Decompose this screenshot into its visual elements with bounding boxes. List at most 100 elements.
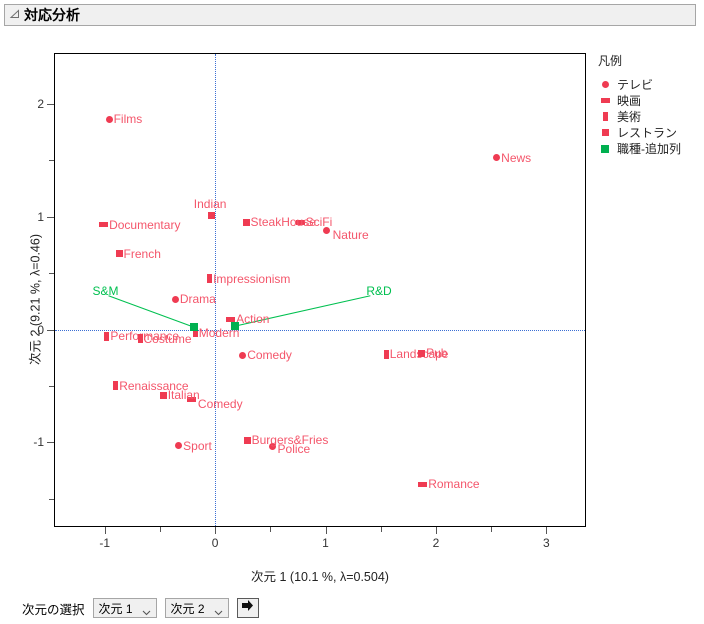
legend-item-label: レストラン	[617, 126, 678, 140]
data-point-label: Action	[236, 312, 270, 327]
legend-title: 凡例	[598, 54, 623, 68]
hbar-marker-icon	[598, 98, 612, 103]
x-tick-minor	[159, 527, 161, 532]
data-point[interactable]	[105, 115, 113, 123]
legend-item-2[interactable]: 映画	[598, 93, 704, 108]
data-point[interactable]	[230, 322, 239, 331]
legend-item-1[interactable]: テレビ	[598, 77, 704, 92]
data-point-label: Sport	[183, 438, 212, 453]
y-tick-minor	[49, 273, 54, 275]
gsquare-marker-icon	[598, 144, 612, 153]
y-tick-minor	[49, 498, 54, 500]
data-point-label: Nature	[332, 228, 369, 243]
circle-marker-icon	[598, 81, 612, 88]
x-axis-title: 次元 1 (10.1 %, λ=0.504)	[251, 570, 389, 584]
legend-item-4[interactable]: レストラン	[598, 125, 704, 140]
dimension-x-select[interactable]: 次元 1	[92, 598, 157, 618]
y-tick-major	[47, 103, 54, 105]
data-point-label: Burgers&Fries	[251, 433, 329, 448]
y-tick-minor	[49, 160, 54, 162]
chevron-down-icon	[142, 605, 151, 616]
scatter-plot: Films News Nature Drama Comedy Sport Police Doc…	[0, 30, 704, 590]
data-point[interactable]	[99, 222, 109, 227]
page-title: 対応分析	[24, 7, 80, 23]
legend-item-5[interactable]: 職種-追加列	[598, 141, 704, 156]
dimension-y-select[interactable]: 次元 2	[164, 598, 229, 618]
data-point[interactable]	[175, 442, 183, 450]
triangle-collapse-icon[interactable]	[8, 8, 22, 22]
legend-item-label: 職種-追加列	[617, 142, 681, 156]
data-point[interactable]	[418, 349, 426, 357]
data-point-label: Documentary	[109, 217, 181, 232]
data-point-label: Impressionism	[213, 271, 291, 286]
data-point-label: French	[123, 246, 161, 261]
plot-frame: Films News Nature Drama Comedy Sport Police Doc…	[54, 53, 586, 527]
data-point-label: Drama	[179, 292, 216, 307]
square-marker-icon	[598, 129, 612, 136]
data-point[interactable]	[104, 331, 110, 341]
apply-dimensions-button[interactable]	[236, 598, 259, 618]
y-axis-title: 次元 2 (9.21 %, λ=0.46)	[28, 234, 43, 365]
data-point-label: Italian	[167, 388, 200, 402]
arrow-right-icon	[241, 599, 254, 617]
data-point[interactable]	[159, 391, 167, 399]
data-point-label: News	[501, 150, 532, 165]
x-tick-label: 3	[543, 536, 550, 550]
data-point[interactable]	[243, 436, 251, 444]
y-tick-major	[47, 329, 54, 331]
data-point[interactable]	[113, 381, 119, 391]
x-tick-label: -1	[99, 536, 111, 550]
data-point[interactable]	[137, 334, 143, 344]
legend-rows: テレビ映画美術レストラン職種-追加列	[598, 77, 704, 156]
data-point[interactable]	[115, 250, 123, 258]
data-point-label: Costume	[143, 331, 192, 346]
x-tick-label: 0	[211, 536, 219, 550]
x-tick-label: 1	[322, 536, 329, 550]
data-point[interactable]	[242, 218, 250, 226]
data-point[interactable]	[171, 295, 179, 303]
data-point-label: R&D	[366, 283, 392, 298]
data-point[interactable]	[226, 316, 236, 322]
y-tick-label: 2	[37, 96, 44, 111]
vertical-reference-line	[215, 54, 217, 526]
y-tick-major	[47, 442, 54, 444]
legend-item-label: 映画	[617, 94, 642, 108]
data-point[interactable]	[208, 211, 216, 219]
dimension-select-label: 次元の選択	[22, 602, 85, 617]
dimension-y-value: 次元 2	[170, 601, 205, 616]
y-tick-major	[47, 216, 54, 218]
x-tick-major	[435, 527, 437, 534]
dimension-controls: 次元の選択 次元 1 次元 2	[0, 592, 704, 624]
data-point-label: Comedy	[247, 348, 292, 363]
x-tick-label: 2	[432, 536, 440, 550]
x-tick-major	[325, 527, 327, 534]
legend: 凡例 テレビ映画美術レストラン職種-追加列	[598, 52, 704, 157]
x-tick-major	[104, 527, 106, 534]
data-point[interactable]	[493, 154, 501, 162]
data-point-label: Films	[113, 112, 143, 127]
data-point[interactable]	[207, 274, 213, 284]
data-point-label: SteakHouse	[250, 215, 316, 230]
correspondence-analysis-panel: 対応分析 Films News Nature Drama Comedy Sport Poli…	[0, 0, 704, 624]
dimension-x-value: 次元 1	[98, 601, 133, 616]
x-tick-minor	[270, 527, 272, 532]
x-tick-major	[215, 527, 217, 534]
data-point-label: Pub	[426, 346, 448, 361]
x-tick-minor	[380, 527, 382, 532]
data-point-label: Comedy	[197, 396, 243, 411]
y-tick-minor	[49, 385, 54, 387]
legend-item-label: テレビ	[617, 78, 654, 92]
data-point-label: Romance	[428, 477, 480, 492]
chevron-down-icon	[214, 605, 223, 616]
data-point[interactable]	[190, 323, 199, 332]
data-point[interactable]	[239, 351, 247, 359]
legend-item-3[interactable]: 美術	[598, 109, 704, 124]
legend-item-label: 美術	[617, 110, 642, 124]
data-point-label: S&M	[92, 283, 119, 298]
x-tick-minor	[491, 527, 493, 532]
data-point[interactable]	[383, 349, 389, 359]
vbar-marker-icon	[598, 112, 612, 121]
data-point[interactable]	[418, 481, 428, 487]
data-point-label: Indian	[193, 197, 227, 212]
panel-titlebar: 対応分析	[4, 4, 696, 26]
